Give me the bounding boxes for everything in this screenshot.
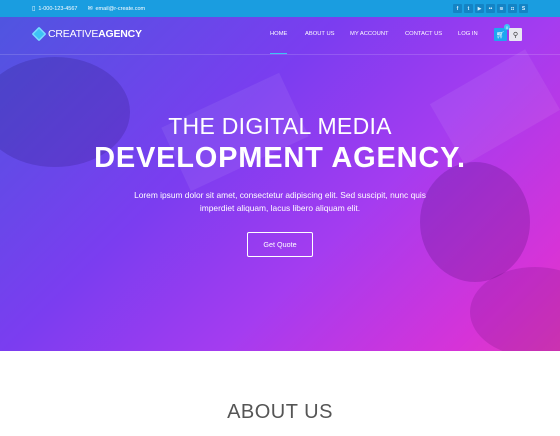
nav-my-account[interactable]: MY ACCOUNT: [350, 31, 389, 37]
phone-item: ▯ 1-000-123-4567: [32, 6, 77, 12]
youtube-icon[interactable]: ▶: [475, 4, 484, 13]
nav-log-in[interactable]: LOG IN: [458, 31, 478, 37]
about-section: ABOUT US: [0, 351, 560, 436]
about-title: ABOUT US: [227, 401, 333, 423]
logo[interactable]: CREATIVE AGENCY: [31, 26, 142, 42]
phone-icon: ▯: [32, 5, 36, 12]
logo-text-agency: AGENCY: [98, 28, 142, 40]
get-quote-button[interactable]: Get Quote: [247, 232, 313, 257]
top-bar: ▯ 1-000-123-4567 ✉ email@r-create.com f …: [0, 0, 560, 17]
hero-description: Lorem ipsum dolor sit amet, consectetur …: [134, 190, 426, 213]
skype-icon[interactable]: S: [519, 4, 528, 13]
hero-title-line-1: THE DIGITAL MEDIA: [168, 113, 392, 139]
cart-icon: 🛒︎: [496, 31, 505, 39]
email-item[interactable]: ✉ email@r-create.com: [87, 6, 145, 12]
flickr-icon[interactable]: ••: [486, 4, 495, 13]
nav-contact-us[interactable]: CONTACT US: [405, 31, 442, 37]
hero-content: THE DIGITAL MEDIA DEVELOPMENT AGENCY. Lo…: [0, 113, 560, 257]
cart-button[interactable]: 🛒︎ 0: [494, 24, 510, 41]
envelope-icon: ✉: [87, 5, 93, 12]
phone-number: 1-000-123-4567: [38, 5, 78, 12]
social-links: f t ▶ •• ≋ ◘ S: [453, 4, 528, 13]
contact-info: ▯ 1-000-123-4567 ✉ email@r-create.com: [32, 6, 155, 12]
twitter-icon[interactable]: t: [464, 4, 473, 13]
site-header: CREATIVE AGENCY HOME ABOUT US MY ACCOUNT…: [0, 17, 560, 55]
search-button[interactable]: ⚲: [509, 28, 522, 41]
facebook-icon[interactable]: f: [453, 4, 462, 13]
nav-home[interactable]: HOME: [270, 31, 288, 54]
rss-icon[interactable]: ≋: [497, 4, 506, 13]
email-address[interactable]: email@r-create.com: [96, 6, 146, 12]
logo-icon: [31, 26, 47, 42]
instagram-icon[interactable]: ◘: [508, 4, 517, 13]
nav-about-us[interactable]: ABOUT US: [305, 31, 335, 37]
hero-section: THE DIGITAL MEDIA DEVELOPMENT AGENCY. Lo…: [0, 17, 560, 351]
hero-title-line-2: DEVELOPMENT AGENCY.: [94, 142, 466, 174]
search-icon: ⚲: [512, 31, 519, 39]
logo-text-creative: CREATIVE: [48, 28, 99, 40]
